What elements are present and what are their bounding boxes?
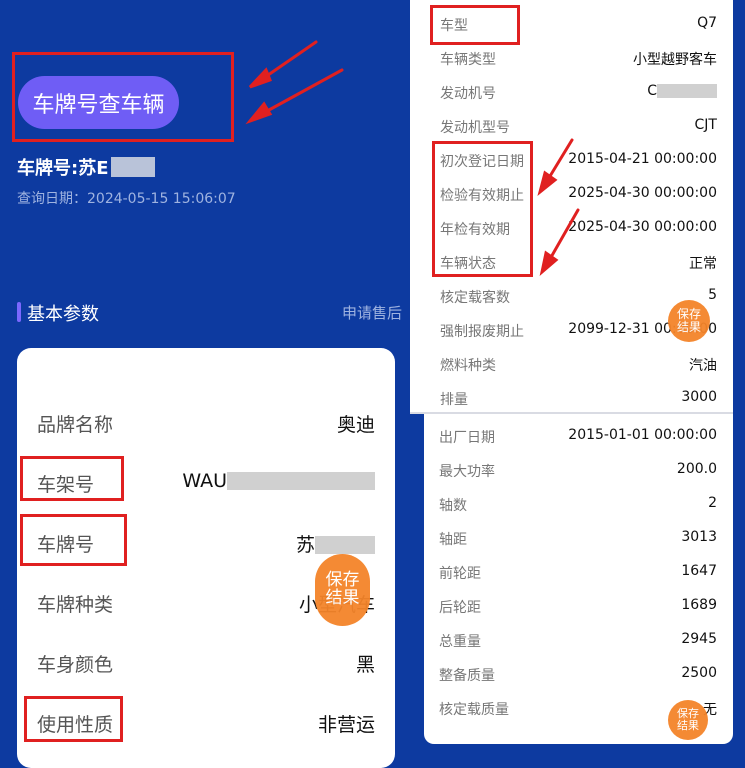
- arrow-head-search-1: [248, 67, 272, 89]
- arrow-search-2: [256, 68, 344, 118]
- annotation-arrows: [245, 40, 580, 277]
- arrow-head-search-2: [245, 101, 273, 125]
- arrow-head-dates-1: [537, 170, 558, 197]
- arrow-head-dates-2: [539, 250, 559, 277]
